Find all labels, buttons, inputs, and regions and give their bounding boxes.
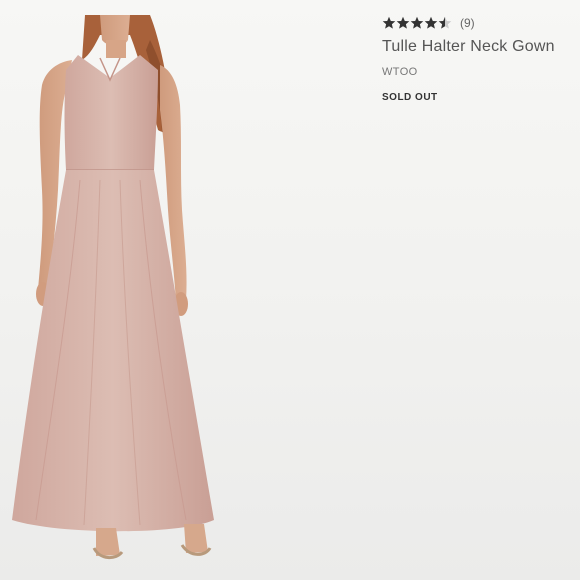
dress-photo-icon <box>12 15 214 559</box>
star-icon <box>410 16 424 29</box>
product-image[interactable] <box>0 0 236 580</box>
product-title[interactable]: Tulle Halter Neck Gown <box>382 38 576 56</box>
product-info: (9) Tulle Halter Neck Gown WTOO SOLD OUT <box>382 14 576 103</box>
star-icon <box>438 16 452 29</box>
star-icon <box>424 16 438 29</box>
rating-row[interactable]: (9) <box>382 14 576 32</box>
review-count[interactable]: (9) <box>460 16 475 30</box>
product-page: (9) Tulle Halter Neck Gown WTOO SOLD OUT <box>0 0 580 580</box>
star-icon <box>396 16 410 29</box>
star-icon <box>382 16 396 29</box>
brand-name[interactable]: WTOO <box>382 66 576 78</box>
status-badge: SOLD OUT <box>382 92 438 103</box>
star-rating <box>382 16 452 30</box>
